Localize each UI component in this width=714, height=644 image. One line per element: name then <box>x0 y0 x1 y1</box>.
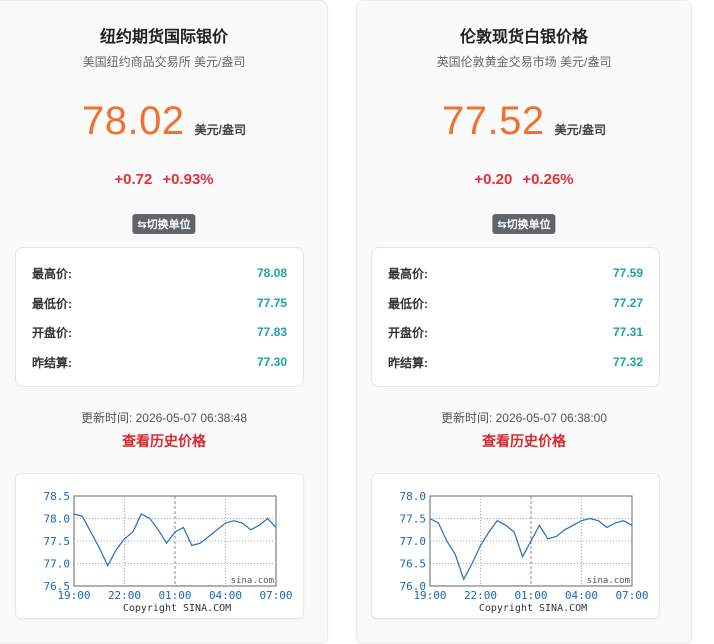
stat-value: 78.08 <box>256 266 287 280</box>
stat-label: 开盘价: <box>32 325 72 340</box>
switch-unit-button[interactable]: ⇆切换单位 <box>492 214 556 234</box>
intraday-chart: 78.0 77.5 77.0 76.5 76.0 19:00 22:00 01:00 04:00… <box>371 473 660 619</box>
chart-watermark: sina.com <box>231 576 274 586</box>
stat-value: 77.83 <box>256 325 287 339</box>
x-tick-label: 04:00 <box>565 589 598 602</box>
stat-label: 昨结算: <box>32 355 72 370</box>
stat-value: 77.31 <box>612 325 643 339</box>
stat-label: 最高价: <box>388 266 428 281</box>
price-unit: 美元/盎司 <box>554 123 606 137</box>
silver-price-card-london: 伦敦现货白银价格 英国伦敦黄金交易市场 美元/盎司 77.52 美元/盎司 +0… <box>356 0 692 644</box>
price-change: +0.72 +0.93% <box>1 171 327 188</box>
price-unit: 美元/盎司 <box>194 123 246 137</box>
stat-low: 最低价: 77.27 <box>388 293 643 313</box>
stat-label: 最低价: <box>32 296 72 311</box>
y-tick-label: 77.0 <box>400 535 427 548</box>
update-time: 更新时间: 2026-05-07 06:38:48 <box>80 411 248 425</box>
x-tick-label: 07:00 <box>259 589 292 602</box>
stat-prev-settle: 昨结算: 77.32 <box>388 352 643 372</box>
card-subtitle: 美国纽约商品交易所 美元/盎司 <box>82 55 246 69</box>
stat-label: 最高价: <box>32 266 72 281</box>
stat-value: 77.59 <box>612 266 643 280</box>
stat-label: 最低价: <box>388 296 428 311</box>
stat-label: 开盘价: <box>388 325 428 340</box>
y-tick-label: 78.0 <box>44 513 71 526</box>
stat-prev-settle: 昨结算: 77.30 <box>32 352 287 372</box>
chart-watermark: sina.com <box>587 576 630 586</box>
chart-svg: 78.077.577.076.576.019:00 22:00 01:00 04:00… <box>400 490 649 614</box>
stat-open: 开盘价: 77.83 <box>32 322 287 342</box>
x-tick-label: 19:00 <box>57 589 90 602</box>
view-history-link[interactable]: 查看历史价格 <box>357 431 691 451</box>
intraday-chart: 78.5 78.0 77.5 77.0 76.5 19:00 22:00 01:00 04:00… <box>15 473 304 619</box>
x-tick-label: 22:00 <box>108 589 141 602</box>
y-tick-label: 77.5 <box>400 513 427 526</box>
stat-value: 77.30 <box>256 355 287 369</box>
stat-high: 最高价: 78.08 <box>32 263 287 283</box>
y-tick-label: 77.5 <box>44 535 71 548</box>
change-percent: +0.26% <box>522 171 574 188</box>
price-change: +0.20 +0.26% <box>357 171 691 188</box>
update-time: 更新时间: 2026-05-07 06:38:00 <box>440 411 608 425</box>
current-price: 77.52 <box>442 99 545 143</box>
card-subtitle: 英国伦敦黄金交易市场 美元/盎司 <box>436 55 612 69</box>
silver-price-card-nymex: 纽约期货国际银价 美国纽约商品交易所 美元/盎司 78.02 美元/盎司 +0.… <box>0 0 328 644</box>
stat-value: 77.75 <box>256 296 287 310</box>
x-tick-label: 04:00 <box>209 589 242 602</box>
change-value: +0.72 <box>114 171 153 188</box>
card-title: 伦敦现货白银价格 <box>459 29 588 46</box>
y-tick-label: 78.0 <box>400 490 427 503</box>
x-tick-label: 07:00 <box>615 589 648 602</box>
current-price: 78.02 <box>82 99 185 143</box>
stat-high: 最高价: 77.59 <box>388 263 643 283</box>
x-tick-label: 22:00 <box>464 589 497 602</box>
x-tick-label: 01:00 <box>158 589 191 602</box>
view-history-link[interactable]: 查看历史价格 <box>1 431 327 451</box>
stat-low: 最低价: 77.75 <box>32 293 287 313</box>
chart-svg: 78.578.077.577.076.519:00 22:00 01:00 04:00… <box>44 490 293 614</box>
stats-panel: 最高价: 78.08 最低价: 77.75 开盘价: 77.83 昨结算: 77… <box>15 247 304 387</box>
price-row: 78.02 美元/盎司 <box>1 99 327 144</box>
stat-value: 77.32 <box>612 355 643 369</box>
y-tick-label: 77.0 <box>44 558 71 571</box>
stat-value: 77.27 <box>612 296 643 310</box>
price-row: 77.52 美元/盎司 <box>357 99 691 144</box>
stats-panel: 最高价: 77.59 最低价: 77.27 开盘价: 77.31 昨结算: 77… <box>371 247 660 387</box>
x-tick-label: 01:00 <box>514 589 547 602</box>
card-title: 纽约期货国际银价 <box>99 29 228 46</box>
y-tick-label: 76.5 <box>400 558 427 571</box>
chart-copyright: Copyright SINA.COM <box>123 603 231 614</box>
stat-open: 开盘价: 77.31 <box>388 322 643 342</box>
y-tick-label: 78.5 <box>44 490 71 503</box>
chart-copyright: Copyright SINA.COM <box>479 603 587 614</box>
change-value: +0.20 <box>474 171 513 188</box>
x-tick-label: 19:00 <box>413 589 446 602</box>
stat-label: 昨结算: <box>388 355 428 370</box>
switch-unit-button[interactable]: ⇆切换单位 <box>132 214 196 234</box>
change-percent: +0.93% <box>162 171 214 188</box>
